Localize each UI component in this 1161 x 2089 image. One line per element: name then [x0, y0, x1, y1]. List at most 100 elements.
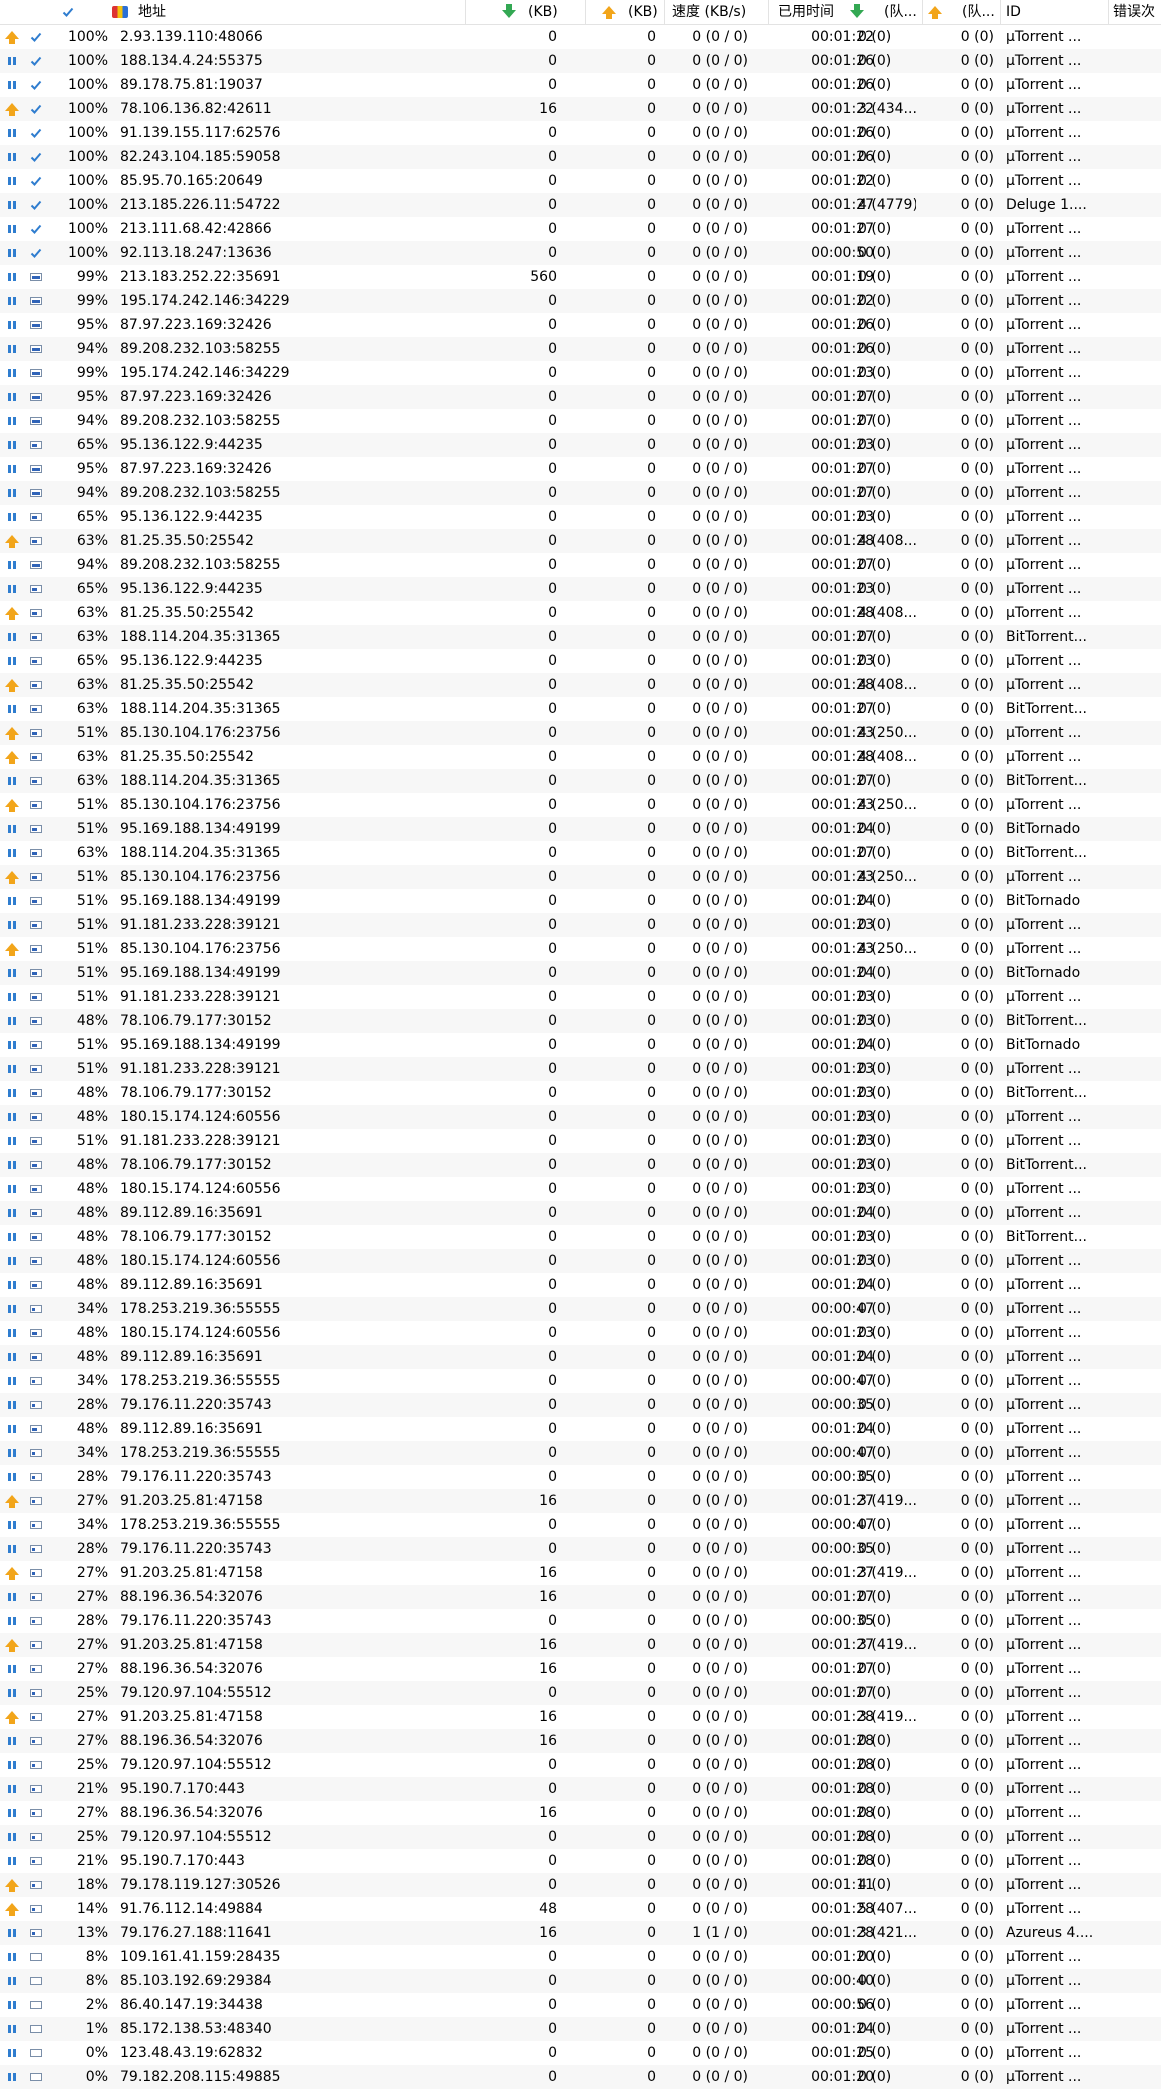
table-row[interactable]: 27% 91.203.25.81:47158 16 0 0 (0 / 0) 00:01:2… [0, 1489, 1161, 1513]
table-row[interactable]: 48% 78.106.79.177:30152 0 0 0 (0 / 0) 00:01:2… [0, 1009, 1161, 1033]
table-row[interactable]: 95% 87.97.223.169:32426 0 0 0 (0 / 0) 00:01:2… [0, 457, 1161, 481]
table-row[interactable]: 25% 79.120.97.104:55512 0 0 0 (0 / 0) 00:01:2… [0, 1681, 1161, 1705]
column-divider[interactable] [664, 0, 665, 24]
table-row[interactable]: 0% 79.182.208.115:49885 0 0 0 (0 / 0) 00:01:2… [0, 2065, 1161, 2089]
header-uploaded-kb[interactable]: (KB) [628, 0, 668, 24]
table-row[interactable]: 51% 85.130.104.176:23756 0 0 0 (0 / 0) 00:01:… [0, 937, 1161, 961]
table-row[interactable]: 34% 178.253.219.36:55555 0 0 0 (0 / 0) 00:00:… [0, 1513, 1161, 1537]
table-row[interactable]: 28% 79.176.11.220:35743 0 0 0 (0 / 0) 00:00:3… [0, 1393, 1161, 1417]
table-row[interactable]: 48% 180.15.174.124:60556 0 0 0 (0 / 0) 00:01:… [0, 1177, 1161, 1201]
table-row[interactable]: 2% 86.40.147.19:34438 0 0 0 (0 / 0) 00:00:56 0… [0, 1993, 1161, 2017]
table-row[interactable]: 0% 123.48.43.19:62832 0 0 0 (0 / 0) 00:01:25 0… [0, 2041, 1161, 2065]
table-row[interactable]: 48% 89.112.89.16:35691 0 0 0 (0 / 0) 00:01:24… [0, 1417, 1161, 1441]
table-row[interactable]: 14% 91.76.112.14:49884 48 0 0 (0 / 0) 00:01:2… [0, 1897, 1161, 1921]
table-row[interactable]: 48% 89.112.89.16:35691 0 0 0 (0 / 0) 00:01:24… [0, 1201, 1161, 1225]
table-row[interactable]: 28% 79.176.11.220:35743 0 0 0 (0 / 0) 00:00:3… [0, 1537, 1161, 1561]
table-row[interactable]: 65% 95.136.122.9:44235 0 0 0 (0 / 0) 00:01:23… [0, 433, 1161, 457]
table-row[interactable]: 63% 188.114.204.35:31365 0 0 0 (0 / 0) 00:01:… [0, 769, 1161, 793]
table-row[interactable]: 100% 92.113.18.247:13636 0 0 0 (0 / 0) 00:00:… [0, 241, 1161, 265]
table-row[interactable]: 28% 79.176.11.220:35743 0 0 0 (0 / 0) 00:00:3… [0, 1465, 1161, 1489]
table-row[interactable]: 25% 79.120.97.104:55512 0 0 0 (0 / 0) 00:01:2… [0, 1753, 1161, 1777]
table-row[interactable]: 51% 91.181.233.228:39121 0 0 0 (0 / 0) 00:01:… [0, 1129, 1161, 1153]
table-row[interactable]: 34% 178.253.219.36:55555 0 0 0 (0 / 0) 00:00:… [0, 1369, 1161, 1393]
table-row[interactable]: 100% 213.185.226.11:54722 0 0 0 (0 / 0) 00:01… [0, 193, 1161, 217]
table-row[interactable]: 94% 89.208.232.103:58255 0 0 0 (0 / 0) 00:01:… [0, 553, 1161, 577]
table-row[interactable]: 95% 87.97.223.169:32426 0 0 0 (0 / 0) 00:01:2… [0, 385, 1161, 409]
table-row[interactable]: 100% 82.243.104.185:59058 0 0 0 (0 / 0) 00:01… [0, 145, 1161, 169]
header-state-column[interactable] [0, 0, 48, 24]
table-row[interactable]: 51% 91.181.233.228:39121 0 0 0 (0 / 0) 00:01:… [0, 985, 1161, 1009]
table-row[interactable]: 100% 91.139.155.117:62576 0 0 0 (0 / 0) 00:01… [0, 121, 1161, 145]
table-row[interactable]: 21% 95.190.7.170:443 0 0 0 (0 / 0) 00:01:28 0 … [0, 1849, 1161, 1873]
table-row[interactable]: 48% 89.112.89.16:35691 0 0 0 (0 / 0) 00:01:24… [0, 1273, 1161, 1297]
table-row[interactable]: 65% 95.136.122.9:44235 0 0 0 (0 / 0) 00:01:23… [0, 505, 1161, 529]
table-row[interactable]: 27% 91.203.25.81:47158 16 0 0 (0 / 0) 00:01:2… [0, 1633, 1161, 1657]
table-row[interactable]: 100% 85.95.70.165:20649 0 0 0 (0 / 0) 00:01:2… [0, 169, 1161, 193]
table-row[interactable]: 63% 81.25.35.50:25542 0 0 0 (0 / 0) 00:01:28 4… [0, 601, 1161, 625]
column-divider[interactable] [585, 0, 586, 24]
table-row[interactable]: 27% 88.196.36.54:32076 16 0 0 (0 / 0) 00:01:2… [0, 1585, 1161, 1609]
table-row[interactable]: 27% 91.203.25.81:47158 16 0 0 (0 / 0) 00:01:2… [0, 1705, 1161, 1729]
table-row[interactable]: 100% 2.93.139.110:48066 0 0 0 (0 / 0) 00:01:2… [0, 25, 1161, 49]
column-divider[interactable] [465, 0, 466, 24]
table-row[interactable]: 21% 95.190.7.170:443 0 0 0 (0 / 0) 00:01:28 0 … [0, 1777, 1161, 1801]
table-row[interactable]: 48% 180.15.174.124:60556 0 0 0 (0 / 0) 00:01:… [0, 1321, 1161, 1345]
table-row[interactable]: 63% 188.114.204.35:31365 0 0 0 (0 / 0) 00:01:… [0, 625, 1161, 649]
table-row[interactable]: 94% 89.208.232.103:58255 0 0 0 (0 / 0) 00:01:… [0, 337, 1161, 361]
header-down-queue[interactable]: (队... [884, 0, 924, 24]
header-speed[interactable]: 速度 (KB/s) [672, 0, 772, 24]
table-row[interactable]: 51% 95.169.188.134:49199 0 0 0 (0 / 0) 00:01:… [0, 817, 1161, 841]
table-row[interactable]: 63% 81.25.35.50:25542 0 0 0 (0 / 0) 00:01:28 4… [0, 745, 1161, 769]
table-row[interactable]: 51% 95.169.188.134:49199 0 0 0 (0 / 0) 00:01:… [0, 961, 1161, 985]
table-row[interactable]: 51% 85.130.104.176:23756 0 0 0 (0 / 0) 00:01:… [0, 721, 1161, 745]
table-row[interactable]: 27% 88.196.36.54:32076 16 0 0 (0 / 0) 00:01:2… [0, 1729, 1161, 1753]
table-row[interactable]: 34% 178.253.219.36:55555 0 0 0 (0 / 0) 00:00:… [0, 1297, 1161, 1321]
column-divider[interactable] [922, 0, 923, 24]
table-row[interactable]: 48% 180.15.174.124:60556 0 0 0 (0 / 0) 00:01:… [0, 1249, 1161, 1273]
table-row[interactable]: 18% 79.178.119.127:30526 0 0 0 (0 / 0) 00:01:… [0, 1873, 1161, 1897]
column-divider[interactable] [1000, 0, 1001, 24]
header-elapsed[interactable]: 已用时间 [778, 0, 848, 24]
table-row[interactable]: 28% 79.176.11.220:35743 0 0 0 (0 / 0) 00:00:3… [0, 1609, 1161, 1633]
table-row[interactable]: 48% 78.106.79.177:30152 0 0 0 (0 / 0) 00:01:2… [0, 1153, 1161, 1177]
table-row[interactable]: 34% 178.253.219.36:55555 0 0 0 (0 / 0) 00:00:… [0, 1441, 1161, 1465]
table-row[interactable]: 1% 85.172.138.53:48340 0 0 0 (0 / 0) 00:01:24… [0, 2017, 1161, 2041]
table-row[interactable]: 63% 188.114.204.35:31365 0 0 0 (0 / 0) 00:01:… [0, 697, 1161, 721]
table-row[interactable]: 65% 95.136.122.9:44235 0 0 0 (0 / 0) 00:01:23… [0, 577, 1161, 601]
table-row[interactable]: 65% 95.136.122.9:44235 0 0 0 (0 / 0) 00:01:23… [0, 649, 1161, 673]
table-row[interactable]: 99% 195.174.242.146:34229 0 0 0 (0 / 0) 00:01… [0, 289, 1161, 313]
header-up-queue[interactable]: (队... [962, 0, 1002, 24]
table-row[interactable]: 94% 89.208.232.103:58255 0 0 0 (0 / 0) 00:01:… [0, 481, 1161, 505]
header-address[interactable]: 地址 [138, 0, 338, 24]
column-divider[interactable] [768, 0, 769, 24]
table-row[interactable]: 100% 213.111.68.42:42866 0 0 0 (0 / 0) 00:01:… [0, 217, 1161, 241]
table-row[interactable]: 95% 87.97.223.169:32426 0 0 0 (0 / 0) 00:01:2… [0, 313, 1161, 337]
table-row[interactable]: 99% 195.174.242.146:34229 0 0 0 (0 / 0) 00:01… [0, 361, 1161, 385]
table-row[interactable]: 48% 78.106.79.177:30152 0 0 0 (0 / 0) 00:01:2… [0, 1081, 1161, 1105]
table-row[interactable]: 27% 88.196.36.54:32076 16 0 0 (0 / 0) 00:01:2… [0, 1657, 1161, 1681]
table-row[interactable]: 48% 89.112.89.16:35691 0 0 0 (0 / 0) 00:01:24… [0, 1345, 1161, 1369]
table-row[interactable]: 48% 78.106.79.177:30152 0 0 0 (0 / 0) 00:01:2… [0, 1225, 1161, 1249]
table-row[interactable]: 63% 188.114.204.35:31365 0 0 0 (0 / 0) 00:01:… [0, 841, 1161, 865]
table-row[interactable]: 27% 88.196.36.54:32076 16 0 0 (0 / 0) 00:01:2… [0, 1801, 1161, 1825]
table-row[interactable]: 51% 95.169.188.134:49199 0 0 0 (0 / 0) 00:01:… [0, 1033, 1161, 1057]
header-downloaded-kb[interactable]: (KB) [528, 0, 588, 24]
header-client-id[interactable]: ID [1006, 0, 1086, 24]
table-row[interactable]: 100% 188.134.4.24:55375 0 0 0 (0 / 0) 00:01:2… [0, 49, 1161, 73]
table-row[interactable]: 94% 89.208.232.103:58255 0 0 0 (0 / 0) 00:01:… [0, 409, 1161, 433]
table-row[interactable]: 51% 91.181.233.228:39121 0 0 0 (0 / 0) 00:01:… [0, 913, 1161, 937]
table-row[interactable]: 100% 78.106.136.82:42611 16 0 0 (0 / 0) 00:01… [0, 97, 1161, 121]
table-row[interactable]: 25% 79.120.97.104:55512 0 0 0 (0 / 0) 00:01:2… [0, 1825, 1161, 1849]
table-row[interactable]: 51% 95.169.188.134:49199 0 0 0 (0 / 0) 00:01:… [0, 889, 1161, 913]
table-row[interactable]: 99% 213.183.252.22:35691 560 0 0 (0 / 0) 00:0… [0, 265, 1161, 289]
table-row[interactable]: 13% 79.176.27.188:11641 16 0 1 (1 / 0) 00:01:… [0, 1921, 1161, 1945]
table-row[interactable]: 63% 81.25.35.50:25542 0 0 0 (0 / 0) 00:01:28 4… [0, 529, 1161, 553]
table-row[interactable]: 8% 109.161.41.159:28435 0 0 0 (0 / 0) 00:01:2… [0, 1945, 1161, 1969]
table-row[interactable]: 51% 85.130.104.176:23756 0 0 0 (0 / 0) 00:01:… [0, 793, 1161, 817]
table-row[interactable]: 51% 85.130.104.176:23756 0 0 0 (0 / 0) 00:01:… [0, 865, 1161, 889]
header-progress-column[interactable] [48, 0, 88, 24]
table-row[interactable]: 8% 85.103.192.69:29384 0 0 0 (0 / 0) 00:00:40… [0, 1969, 1161, 1993]
header-errors[interactable]: 错误次 [1113, 0, 1161, 24]
table-row[interactable]: 100% 89.178.75.81:19037 0 0 0 (0 / 0) 00:01:2… [0, 73, 1161, 97]
table-row[interactable]: 63% 81.25.35.50:25542 0 0 0 (0 / 0) 00:01:28 4… [0, 673, 1161, 697]
